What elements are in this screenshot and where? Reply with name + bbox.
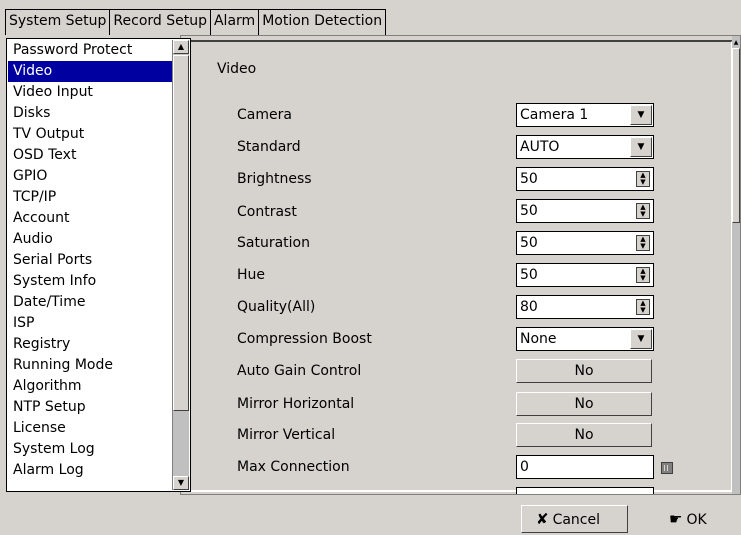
hue-value: 50: [520, 267, 538, 283]
sidebar-item-date-time[interactable]: Date/Time: [8, 292, 172, 313]
sidebar-item-audio[interactable]: Audio: [8, 229, 172, 250]
compression-boost-label: Compression Boost: [237, 331, 372, 347]
sidebar-item-tcp-ip[interactable]: TCP/IP: [8, 187, 172, 208]
camera-value: Camera 1: [520, 107, 589, 123]
sidebar-item-video[interactable]: Video: [8, 61, 172, 82]
sidebar-item-alarm-log[interactable]: Alarm Log: [8, 460, 172, 481]
brightness-value: 50: [520, 171, 538, 187]
standard-label: Standard: [237, 139, 301, 155]
sidebar-item-account[interactable]: Account: [8, 208, 172, 229]
auto-gain-label: Auto Gain Control: [237, 363, 362, 379]
sidebar-item-gpio[interactable]: GPIO: [8, 166, 172, 187]
compression-boost-value: None: [520, 331, 557, 347]
keypad-icon[interactable]: [661, 462, 673, 474]
sidebar-item-disks[interactable]: Disks: [8, 103, 172, 124]
hue-spinbox[interactable]: 50 ▲ ▼: [516, 263, 654, 287]
dropdown-arrow-icon[interactable]: ▼: [630, 105, 652, 125]
camera-label: Camera: [237, 107, 292, 123]
scrollbar-thumb[interactable]: [732, 48, 740, 223]
quality-value: 80: [520, 299, 538, 315]
tab-alarm[interactable]: Alarm: [210, 9, 260, 35]
spin-arrows-icon[interactable]: ▲ ▼: [636, 235, 650, 251]
cancel-label: Cancel: [552, 512, 601, 528]
sidebar-item-algorithm[interactable]: Algorithm: [8, 376, 172, 397]
mirror-horizontal-label: Mirror Horizontal: [237, 396, 355, 412]
contrast-label: Contrast: [237, 204, 297, 220]
sidebar-item-isp[interactable]: ISP: [8, 313, 172, 334]
cancel-button[interactable]: ✘ Cancel: [521, 505, 628, 533]
sidebar-item-video-input[interactable]: Video Input: [8, 82, 172, 103]
auto-gain-toggle[interactable]: No: [516, 359, 652, 383]
standard-select[interactable]: AUTO ▼: [516, 135, 654, 159]
brightness-label: Brightness: [237, 171, 312, 187]
sidebar-item-registry[interactable]: Registry: [8, 334, 172, 355]
sidebar-scrollbar[interactable]: ▲ ▼: [172, 40, 189, 490]
sidebar-item-osd-text[interactable]: OSD Text: [8, 145, 172, 166]
sidebar-item-password-protect[interactable]: Password Protect: [8, 40, 172, 61]
ok-button[interactable]: ☛ OK: [650, 505, 732, 533]
standard-value: AUTO: [520, 139, 560, 155]
camera-select[interactable]: Camera 1 ▼: [516, 103, 654, 127]
hue-label: Hue: [237, 267, 266, 283]
contrast-value: 50: [520, 203, 538, 219]
settings-category-list: Password Protect Video Video Input Disks…: [6, 38, 191, 492]
sidebar-item-running-mode[interactable]: Running Mode: [8, 355, 172, 376]
saturation-spinbox[interactable]: 50 ▲ ▼: [516, 231, 654, 255]
spin-arrows-icon[interactable]: ▲ ▼: [636, 203, 650, 219]
category-list: Password Protect Video Video Input Disks…: [8, 40, 172, 490]
scroll-up-icon[interactable]: ▲: [732, 38, 740, 48]
sidebar-item-ntp-setup[interactable]: NTP Setup: [8, 397, 172, 418]
sidebar-item-system-log[interactable]: System Log: [8, 439, 172, 460]
dropdown-arrow-icon[interactable]: ▼: [630, 137, 652, 157]
brightness-spinbox[interactable]: 50 ▲ ▼: [516, 167, 654, 191]
spin-arrows-icon[interactable]: ▲ ▼: [636, 171, 650, 187]
spin-arrows-icon[interactable]: ▲ ▼: [636, 299, 650, 315]
sidebar-item-serial-ports[interactable]: Serial Ports: [8, 250, 172, 271]
hand-check-icon: ☛: [669, 510, 683, 528]
tab-motion-detection[interactable]: Motion Detection: [259, 9, 387, 35]
sidebar-item-system-info[interactable]: System Info: [8, 271, 172, 292]
saturation-label: Saturation: [237, 235, 310, 251]
max-connection-label: Max Connection: [237, 459, 350, 475]
sidebar-item-license[interactable]: License: [8, 418, 172, 439]
sidebar-item-tv-output[interactable]: TV Output: [8, 124, 172, 145]
tab-bar: System Setup Record Setup Alarm Motion D…: [5, 9, 387, 35]
section-title: Video: [217, 61, 257, 77]
x-icon: ✘: [536, 510, 549, 528]
quality-spinbox[interactable]: 80 ▲ ▼: [516, 295, 654, 319]
mirror-horizontal-toggle[interactable]: No: [516, 392, 652, 416]
saturation-value: 50: [520, 235, 538, 251]
tab-system-setup[interactable]: System Setup: [5, 9, 111, 35]
max-connection-input[interactable]: 0: [516, 455, 654, 479]
contrast-spinbox[interactable]: 50 ▲ ▼: [516, 199, 654, 223]
scroll-up-icon[interactable]: ▲: [173, 40, 189, 54]
spin-arrows-icon[interactable]: ▲ ▼: [636, 267, 650, 283]
settings-panel: Video Camera Camera 1 ▼ Standard AUTO ▼ …: [180, 35, 741, 495]
ok-label: OK: [686, 512, 707, 528]
scrollbar-thumb[interactable]: [173, 55, 189, 411]
mirror-vertical-label: Mirror Vertical: [237, 427, 336, 443]
compression-boost-select[interactable]: None ▼: [516, 327, 654, 351]
scroll-down-icon[interactable]: ▼: [173, 476, 189, 490]
next-field-partial[interactable]: [516, 487, 654, 494]
tab-record-setup[interactable]: Record Setup: [110, 9, 211, 35]
dropdown-arrow-icon[interactable]: ▼: [630, 329, 652, 349]
panel-scrollbar[interactable]: ▲: [732, 36, 740, 494]
quality-label: Quality(All): [237, 299, 316, 315]
mirror-vertical-toggle[interactable]: No: [516, 423, 652, 447]
